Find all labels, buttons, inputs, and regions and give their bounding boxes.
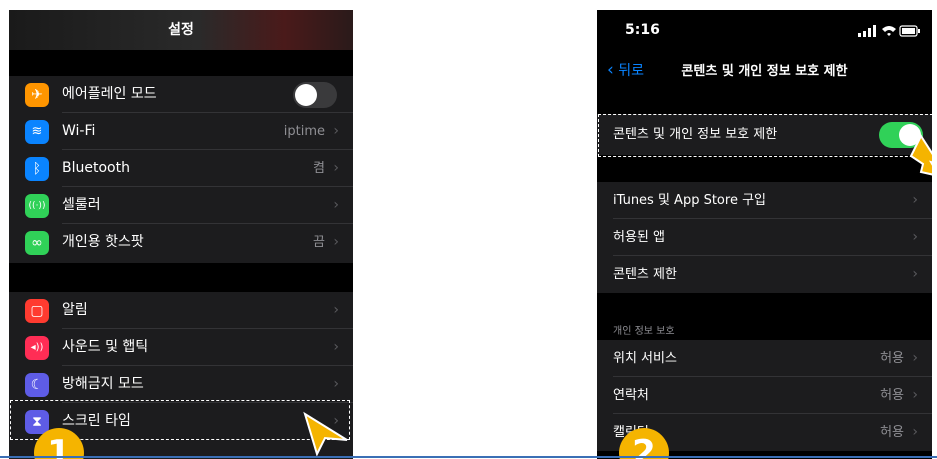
settings-row-notifications[interactable]: ▢ 알림 ›: [9, 292, 353, 329]
row-label: 콘텐츠 제한: [613, 267, 677, 282]
location-services-row[interactable]: 위치 서비스 허용 ›: [597, 340, 932, 377]
row-label: 연락처: [613, 388, 649, 403]
pointer-arrow-icon: [909, 133, 932, 176]
row-label: Wi-Fi: [62, 123, 96, 139]
content-privacy-screen: 5:16 ‹ 뒤로 콘텐츠 및 개인 정보 보호 제한 콘텐츠 및 개인 정보 …: [597, 10, 932, 459]
chevron-right-icon: ›: [333, 302, 339, 318]
row-value: 끔: [313, 235, 325, 250]
settings-row-do-not-disturb[interactable]: ☾ 방해금지 모드 ›: [9, 366, 353, 403]
airplane-mode-toggle[interactable]: [293, 82, 337, 108]
highlight-privacy-toggle: [598, 114, 932, 157]
notifications-icon: ▢: [25, 299, 49, 323]
settings-row-bluetooth[interactable]: ᛒ Bluetooth 켬 ›: [9, 150, 353, 187]
row-label: 위치 서비스: [613, 351, 677, 366]
settings-row-wifi[interactable]: ≋ Wi-Fi iptime ›: [9, 113, 353, 150]
bluetooth-icon: ᛒ: [25, 157, 49, 181]
cellular-icon: ((·)): [25, 194, 49, 218]
sound-icon: ◂)): [25, 336, 49, 360]
chevron-right-icon: ›: [333, 197, 339, 213]
row-label: 개인용 핫스팟: [62, 234, 144, 250]
pointer-arrow-icon: [303, 411, 348, 457]
row-value: 허용: [880, 351, 904, 366]
chevron-right-icon: ›: [333, 160, 339, 176]
airplane-icon: ✈: [25, 83, 49, 107]
settings-row-hotspot[interactable]: ∞ 개인용 핫스팟 끔 ›: [9, 224, 353, 261]
nav-bar: ‹ 뒤로 콘텐츠 및 개인 정보 보호 제한: [597, 50, 932, 90]
contacts-row[interactable]: 연락처 허용 ›: [597, 377, 932, 414]
moon-icon: ☾: [25, 373, 49, 397]
section-header: 개인 정보 보호: [613, 326, 675, 337]
row-label: 에어플레인 모드: [62, 86, 157, 102]
status-bar: 5:16: [597, 10, 932, 50]
itunes-app-store-row[interactable]: iTunes 및 App Store 구입 ›: [597, 182, 932, 219]
settings-screen: 설정 ✈ 에어플레인 모드 ≋ Wi-Fi iptime › ᛒ Bluetoo…: [9, 10, 353, 459]
settings-row-sound[interactable]: ◂)) 사운드 및 햅틱 ›: [9, 329, 353, 366]
chevron-right-icon: ›: [912, 424, 918, 440]
chevron-right-icon: ›: [333, 339, 339, 355]
row-label: iTunes 및 App Store 구입: [613, 193, 766, 208]
allowed-apps-row[interactable]: 허용된 앱 ›: [597, 219, 932, 256]
divider: [0, 456, 937, 458]
restrictions-group: iTunes 및 App Store 구입 › 허용된 앱 › 콘텐츠 제한 ›: [597, 182, 932, 293]
content-restrictions-row[interactable]: 콘텐츠 제한 ›: [597, 256, 932, 293]
chevron-right-icon: ›: [912, 350, 918, 366]
row-value: 켬: [313, 161, 325, 176]
page-title: 설정: [9, 10, 353, 50]
status-time: 5:16: [625, 22, 660, 38]
chevron-right-icon: ›: [333, 234, 339, 250]
chevron-right-icon: ›: [333, 376, 339, 392]
chevron-right-icon: ›: [333, 123, 339, 139]
wifi-icon: ≋: [25, 120, 49, 144]
chevron-right-icon: ›: [912, 387, 918, 403]
hotspot-icon: ∞: [25, 231, 49, 255]
nav-title: 콘텐츠 및 개인 정보 보호 제한: [681, 64, 848, 79]
settings-row-airplane-mode[interactable]: ✈ 에어플레인 모드: [9, 76, 353, 113]
status-icons: [858, 25, 920, 37]
row-label: 사운드 및 햅틱: [62, 339, 149, 355]
row-label: Bluetooth: [62, 160, 130, 176]
chevron-right-icon: ›: [912, 266, 918, 282]
row-value: 허용: [880, 425, 904, 440]
chevron-right-icon: ›: [912, 192, 918, 208]
row-value: 허용: [880, 388, 904, 403]
settings-group-connectivity: ✈ 에어플레인 모드 ≋ Wi-Fi iptime › ᛒ Bluetooth …: [9, 76, 353, 263]
chevron-right-icon: ›: [912, 229, 918, 245]
row-value: iptime: [283, 124, 325, 139]
settings-row-cellular[interactable]: ((·)) 셀룰러 ›: [9, 187, 353, 224]
row-label: 방해금지 모드: [62, 376, 144, 392]
row-label: 허용된 앱: [613, 230, 665, 245]
row-label: 셀룰러: [62, 197, 101, 213]
row-label: 알림: [62, 302, 88, 318]
